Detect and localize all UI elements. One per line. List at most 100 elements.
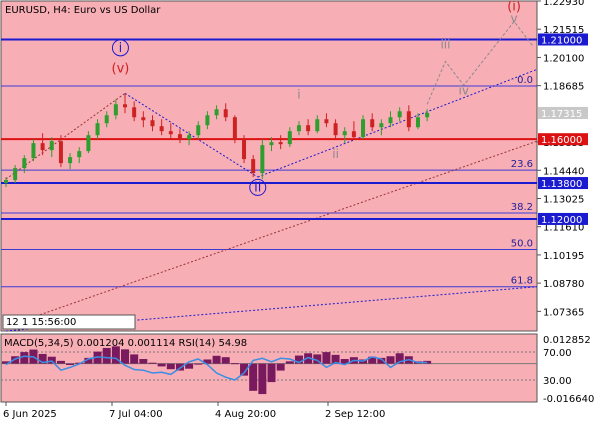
indicator-y-label: -0.016640 bbox=[543, 394, 594, 405]
candle-body bbox=[232, 117, 237, 140]
candle-body bbox=[159, 126, 164, 132]
candle-body bbox=[196, 125, 201, 136]
candle-body bbox=[177, 134, 182, 140]
candle-body bbox=[205, 115, 210, 126]
fib-level-label: 61.8 bbox=[511, 276, 533, 287]
candle-body bbox=[425, 112, 430, 118]
candle-body bbox=[4, 180, 8, 184]
macd-bar bbox=[56, 360, 65, 364]
candle-body bbox=[324, 119, 329, 124]
candle-body bbox=[342, 131, 347, 136]
macd-bar bbox=[102, 347, 111, 364]
macd-bar bbox=[148, 362, 157, 364]
macd-bar bbox=[221, 357, 230, 364]
indicator-y-label: 70.00 bbox=[543, 348, 572, 359]
candle-body bbox=[77, 151, 82, 158]
candle-body bbox=[58, 141, 63, 164]
y-tick-label: 1.22930 bbox=[543, 0, 584, 8]
candle-body bbox=[351, 131, 356, 138]
wave-label: i bbox=[297, 87, 300, 101]
macd-bar bbox=[157, 363, 166, 367]
macd-bar bbox=[166, 363, 175, 370]
candle-body bbox=[95, 123, 100, 136]
macd-bar bbox=[322, 352, 331, 364]
macd-bar bbox=[267, 363, 276, 383]
candle-body bbox=[123, 104, 128, 108]
y-tick-label: 1.20100 bbox=[543, 53, 584, 64]
macd-bar bbox=[249, 363, 258, 391]
macd-bar bbox=[258, 363, 267, 395]
y-tick-label: 1.10195 bbox=[543, 251, 584, 262]
macd-bar bbox=[130, 354, 139, 364]
candle-body bbox=[315, 119, 320, 132]
candle-body bbox=[242, 139, 247, 160]
timestamp-text: 12 1 15:56:00 bbox=[6, 317, 76, 328]
wave-label: ii bbox=[254, 180, 261, 195]
candle-body bbox=[415, 117, 420, 128]
x-tick-label: 2 Sep 12:00 bbox=[325, 409, 385, 420]
main-plot-background bbox=[1, 1, 537, 331]
candle-body bbox=[40, 143, 45, 151]
wave-label: (v) bbox=[112, 61, 130, 76]
level-price-label: 1.17315 bbox=[541, 109, 582, 120]
level-price-label: 1.21000 bbox=[541, 35, 582, 46]
candle-body bbox=[68, 157, 73, 164]
candle-body bbox=[406, 111, 411, 128]
indicator-y-label: 30.00 bbox=[543, 376, 572, 387]
candle-body bbox=[278, 142, 283, 145]
chart-svg: EURUSD, H4: Euro vs US Dollar 1.22930 1.21… bbox=[0, 0, 594, 420]
y-tick-label: 1.07365 bbox=[543, 307, 584, 318]
macd-bar bbox=[194, 363, 203, 365]
candle-body bbox=[333, 123, 338, 136]
chart-root: EURUSD, H4: Euro vs US Dollar 1.22930 1.21… bbox=[0, 0, 596, 425]
y-tick-label: 1.18685 bbox=[543, 82, 584, 93]
fib-level-label: 23.6 bbox=[511, 159, 533, 170]
candle-body bbox=[361, 119, 366, 138]
macd-bar bbox=[47, 356, 56, 364]
candle-body bbox=[287, 131, 292, 145]
candle-body bbox=[22, 158, 27, 169]
chart-title: EURUSD, H4: Euro vs US Dollar bbox=[5, 5, 161, 16]
candle-body bbox=[370, 119, 375, 128]
candle-body bbox=[296, 125, 301, 132]
candle-body bbox=[223, 109, 228, 118]
candle-body bbox=[113, 104, 118, 116]
macd-bar bbox=[121, 349, 130, 364]
candle-body bbox=[260, 145, 265, 174]
candle-body bbox=[31, 143, 36, 159]
candle-body bbox=[388, 117, 393, 124]
indicator-y-label: 0.012852 bbox=[543, 335, 591, 346]
candle-body bbox=[306, 125, 311, 132]
candle-body bbox=[214, 109, 219, 116]
candle-body bbox=[251, 159, 256, 174]
macd-bar bbox=[285, 361, 294, 364]
candle-body bbox=[269, 142, 274, 146]
fib-level-label: 38.2 bbox=[511, 202, 533, 213]
candle-body bbox=[49, 141, 54, 151]
candle-body bbox=[187, 135, 192, 140]
wave-label: ii bbox=[332, 147, 339, 161]
wave-label: i bbox=[119, 41, 123, 56]
candle-body bbox=[132, 107, 137, 118]
macd-bar bbox=[212, 355, 221, 364]
candle-body bbox=[150, 120, 155, 127]
wave-label: iii bbox=[440, 37, 450, 51]
candle-body bbox=[13, 168, 18, 181]
macd-bar bbox=[230, 363, 239, 365]
candle-body bbox=[379, 123, 384, 128]
x-tick-label: 7 Jul 04:00 bbox=[109, 409, 163, 420]
wave-label: iv bbox=[459, 83, 469, 97]
macd-bar bbox=[276, 363, 285, 371]
fib-level-label: 50.0 bbox=[511, 238, 533, 249]
level-price-label: 1.12000 bbox=[541, 215, 582, 226]
macd-bar bbox=[66, 363, 75, 366]
macd-bar bbox=[386, 356, 395, 364]
macd-bar bbox=[139, 359, 148, 364]
macd-bar bbox=[20, 352, 29, 364]
x-tick-label: 6 Jun 2025 bbox=[3, 409, 57, 420]
candle-body bbox=[104, 115, 109, 124]
y-tick-label: 1.08780 bbox=[543, 279, 584, 290]
indicator-title: MACD(5,34,5) 0.001204 0.001114 RSI(14) 5… bbox=[4, 338, 247, 349]
candle-body bbox=[168, 131, 173, 135]
x-tick-label: 4 Aug 20:00 bbox=[215, 409, 276, 420]
